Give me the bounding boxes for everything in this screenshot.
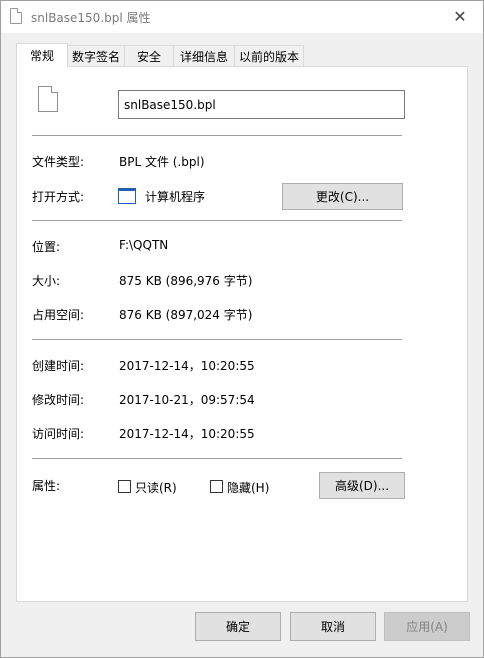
filename-input[interactable] bbox=[118, 90, 405, 119]
accessed-label: 访问时间: bbox=[32, 427, 85, 441]
size-on-disk-value: 876 KB (897,024 字节) bbox=[119, 308, 253, 322]
separator bbox=[32, 458, 402, 459]
document-icon bbox=[10, 8, 22, 24]
readonly-checkbox[interactable] bbox=[118, 480, 131, 493]
size-value: 875 KB (896,976 字节) bbox=[119, 274, 253, 288]
hidden-checkbox[interactable] bbox=[210, 480, 223, 493]
tab-digital-signatures[interactable]: 数字签名 bbox=[67, 45, 125, 66]
advanced-button[interactable]: 高级(D)... bbox=[319, 472, 405, 499]
tab-general[interactable]: 常规 bbox=[16, 43, 68, 67]
location-label: 位置: bbox=[32, 240, 61, 254]
hidden-label[interactable]: 隐藏(H) bbox=[227, 479, 269, 496]
size-label: 大小: bbox=[32, 274, 61, 288]
attributes-label: 属性: bbox=[32, 479, 61, 493]
change-button[interactable]: 更改(C)... bbox=[282, 183, 403, 210]
readonly-label[interactable]: 只读(R) bbox=[135, 479, 177, 496]
accessed-value: 2017-12-14，10:20:55 bbox=[119, 427, 255, 441]
location-value: F:\QQTN bbox=[119, 238, 169, 252]
cancel-button[interactable]: 取消 bbox=[290, 612, 376, 641]
modified-label: 修改时间: bbox=[32, 393, 85, 407]
properties-dialog: snlBase150.bpl 属性 ✕ 常规 数字签名 安全 详细信息 以前的版… bbox=[0, 0, 484, 658]
ok-button[interactable]: 确定 bbox=[195, 612, 281, 641]
size-on-disk-label: 占用空间: bbox=[32, 308, 85, 322]
file-type-value: BPL 文件 (.bpl) bbox=[119, 155, 205, 169]
application-icon bbox=[118, 188, 136, 204]
open-with-label: 打开方式: bbox=[32, 190, 85, 204]
apply-button[interactable]: 应用(A) bbox=[384, 612, 470, 641]
tab-security[interactable]: 安全 bbox=[124, 45, 174, 66]
tab-previous-versions[interactable]: 以前的版本 bbox=[234, 45, 304, 66]
modified-value: 2017-10-21，09:57:54 bbox=[119, 393, 255, 407]
close-icon: ✕ bbox=[453, 7, 467, 26]
window-title: snlBase150.bpl 属性 bbox=[31, 11, 151, 25]
open-with-value: 计算机程序 bbox=[145, 190, 206, 204]
file-type-label: 文件类型: bbox=[32, 155, 85, 169]
close-button[interactable]: ✕ bbox=[437, 1, 483, 32]
file-icon bbox=[38, 86, 58, 112]
created-value: 2017-12-14，10:20:55 bbox=[119, 359, 255, 373]
title-bar: snlBase150.bpl 属性 ✕ bbox=[1, 1, 483, 33]
general-tab-panel: 文件类型: BPL 文件 (.bpl) 打开方式: 计算机程序 更改(C)...… bbox=[16, 66, 468, 602]
separator bbox=[32, 135, 402, 136]
separator bbox=[32, 220, 402, 221]
separator bbox=[32, 339, 402, 340]
tab-details[interactable]: 详细信息 bbox=[173, 45, 235, 66]
created-label: 创建时间: bbox=[32, 359, 85, 373]
